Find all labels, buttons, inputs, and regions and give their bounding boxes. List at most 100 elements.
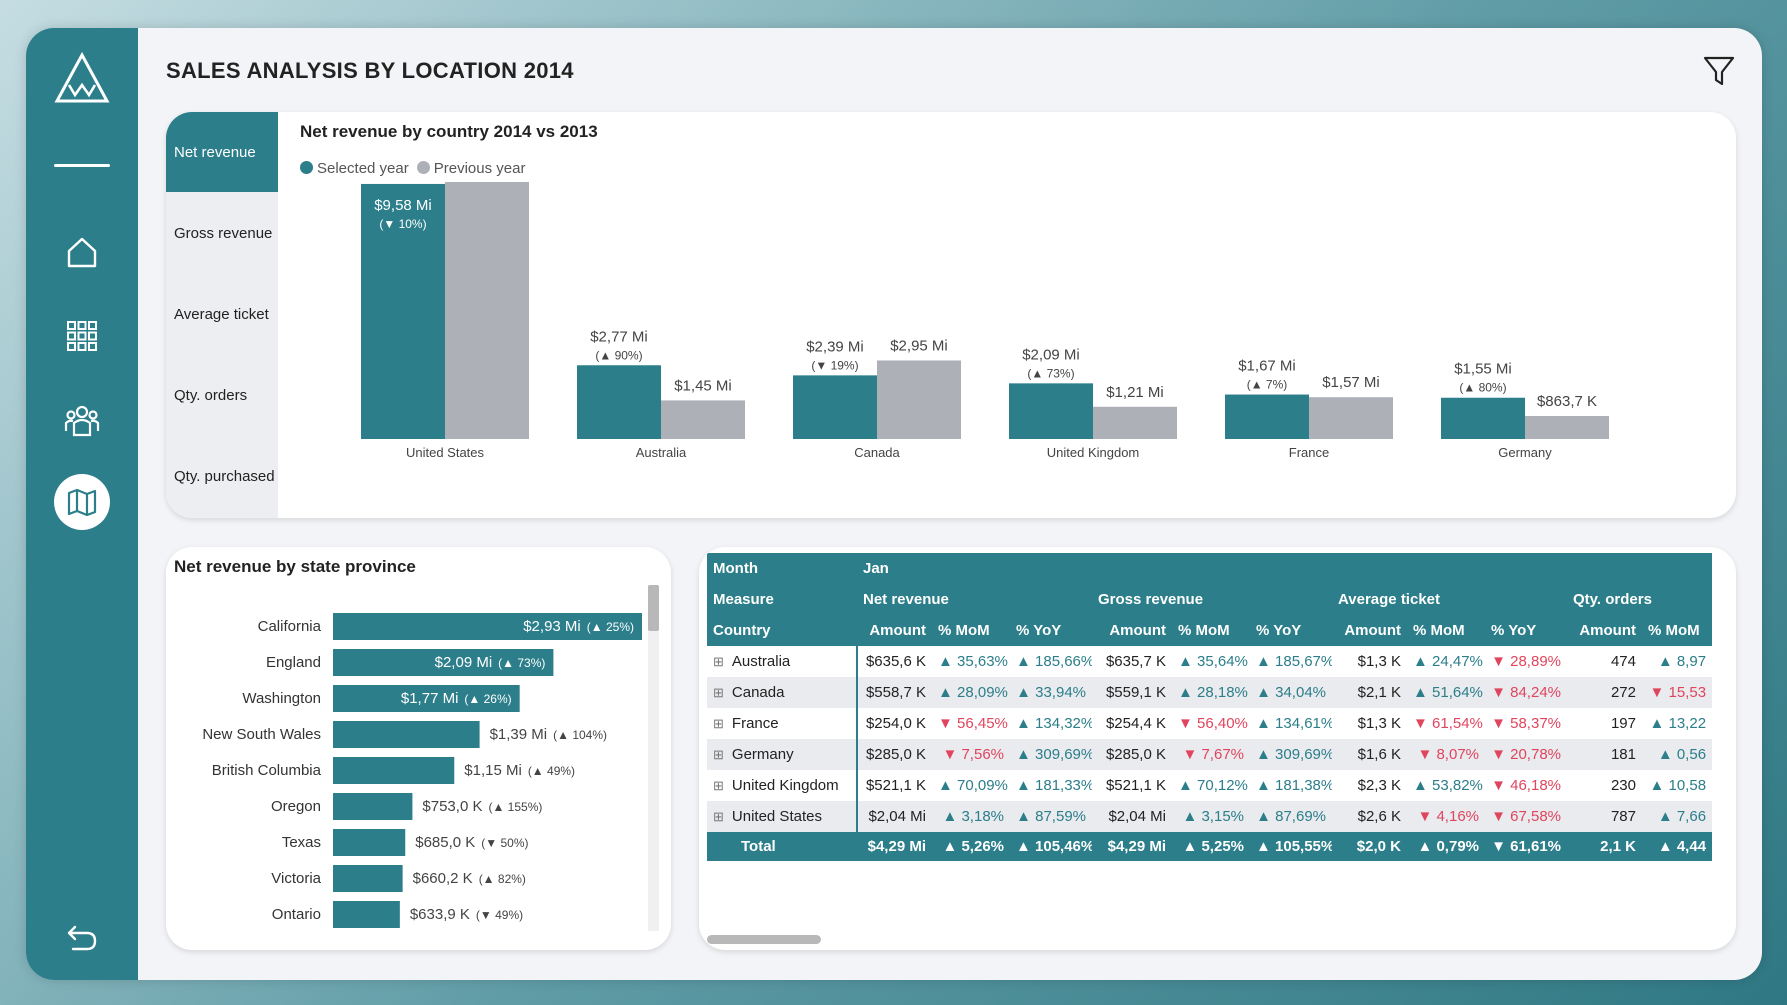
measure-1[interactable]: Gross revenue bbox=[1092, 584, 1332, 615]
pct-cell: ▲ 51,64% bbox=[1407, 677, 1485, 708]
state-bar-5[interactable] bbox=[333, 793, 413, 820]
subhead-2-0[interactable]: Amount bbox=[1332, 615, 1407, 646]
expand-icon[interactable]: ⊞ bbox=[713, 685, 724, 700]
state-value-8: $633,9 K (▼ 49%) bbox=[410, 906, 523, 923]
tab-gross-revenue[interactable]: Gross revenue bbox=[166, 193, 278, 273]
pct-cell: ▲ 13,22 bbox=[1642, 708, 1713, 739]
state-bar-7[interactable] bbox=[333, 865, 403, 892]
bar-selected-4[interactable] bbox=[1225, 394, 1309, 439]
legend-previous[interactable]: Previous year bbox=[416, 160, 525, 177]
subhead-2-1[interactable]: % MoM bbox=[1407, 615, 1485, 646]
tab-net-revenue[interactable]: Net revenue bbox=[166, 112, 278, 192]
table-row[interactable]: ⊞ United States $2,04 Mi ▲ 3,18% ▲ 87,59% $2,… bbox=[707, 801, 1713, 832]
bar-selected-2[interactable] bbox=[793, 375, 877, 439]
measure-tabs: Net revenue Gross revenue Average ticket Qt… bbox=[166, 112, 278, 518]
pct-cell: ▼ 8,07% bbox=[1407, 739, 1485, 770]
measure-2[interactable]: Average ticket bbox=[1332, 584, 1567, 615]
bar-previous-4[interactable] bbox=[1309, 397, 1393, 439]
pct-cell: ▲ 7,66 bbox=[1642, 801, 1713, 832]
state-bar-6[interactable] bbox=[333, 829, 406, 856]
amount-cell: $2,3 K bbox=[1332, 770, 1407, 801]
table-row[interactable]: ⊞ Germany $285,0 K ▼ 7,56% ▲ 309,69% $285,0 K… bbox=[707, 739, 1713, 770]
state-value-1: $2,09 Mi (▲ 73%) bbox=[435, 654, 546, 671]
tab-qty-purchased[interactable]: Qty. purchased bbox=[166, 436, 278, 516]
tab-average-ticket[interactable]: Average ticket bbox=[166, 274, 278, 354]
state-bar-8[interactable] bbox=[333, 901, 400, 928]
country-cell[interactable]: ⊞ Germany bbox=[707, 739, 858, 770]
label-selected-3: $2,09 Mi bbox=[1022, 346, 1080, 363]
amount-cell: $521,1 K bbox=[857, 770, 932, 801]
subhead-1-0[interactable]: Amount bbox=[1092, 615, 1172, 646]
country-cell[interactable]: ⊞ Australia bbox=[707, 646, 858, 677]
table-row[interactable]: ⊞ Australia $635,6 K ▲ 35,63% ▲ 185,66% $635,… bbox=[707, 646, 1713, 677]
subhead-2-2[interactable]: % YoY bbox=[1485, 615, 1567, 646]
pct-cell: ▲ 134,61% bbox=[1250, 708, 1332, 739]
bar-selected-3[interactable] bbox=[1009, 383, 1093, 439]
subhead-1-1[interactable]: % MoM bbox=[1172, 615, 1250, 646]
expand-icon[interactable]: ⊞ bbox=[713, 809, 724, 824]
subhead-1-2[interactable]: % YoY bbox=[1250, 615, 1332, 646]
pct-cell: ▲ 8,97 bbox=[1642, 646, 1713, 677]
pct-cell: ▼ 20,78% bbox=[1485, 739, 1567, 770]
map-icon[interactable] bbox=[54, 474, 110, 530]
pct-cell: ▲ 3,18% bbox=[932, 801, 1010, 832]
x-tick-label-4: France bbox=[1289, 445, 1329, 460]
bar-previous-0[interactable] bbox=[445, 182, 529, 439]
subhead-3-0[interactable]: Amount bbox=[1567, 615, 1642, 646]
country-cell[interactable]: ⊞ United Kingdom bbox=[707, 770, 858, 801]
country-cell[interactable]: ⊞ France bbox=[707, 708, 858, 739]
pct-cell: ▲ 181,38% bbox=[1250, 770, 1332, 801]
state-bar-4[interactable] bbox=[333, 757, 455, 784]
label-previous-3: $1,21 Mi bbox=[1106, 384, 1164, 401]
table-row[interactable]: ⊞ United Kingdom $521,1 K ▲ 70,09% ▲ 181,33%… bbox=[707, 770, 1713, 801]
state-bar-3[interactable] bbox=[333, 721, 480, 748]
label-previous-4: $1,57 Mi bbox=[1322, 374, 1380, 391]
filter-icon[interactable] bbox=[1702, 54, 1738, 90]
measure-3[interactable]: Qty. orders bbox=[1567, 584, 1713, 615]
bar-selected-1[interactable] bbox=[577, 365, 661, 439]
state-bar-chart: California $2,93 Mi (▲ 25%) England $2,09 Mi… bbox=[202, 613, 642, 928]
state-value-6: $685,0 K (▼ 50%) bbox=[415, 834, 528, 851]
pct-cell: ▲ 70,12% bbox=[1172, 770, 1250, 801]
change-selected-3: (▲ 73%) bbox=[1027, 366, 1074, 380]
pct-cell: ▲ 34,04% bbox=[1250, 677, 1332, 708]
total-cell: ▲ 4,44 bbox=[1642, 832, 1713, 861]
label-selected-1: $2,77 Mi bbox=[590, 328, 648, 345]
amount-cell: $2,04 Mi bbox=[1092, 801, 1172, 832]
bar-selected-5[interactable] bbox=[1441, 397, 1525, 439]
vertical-scrollbar[interactable] bbox=[648, 585, 659, 631]
expand-icon[interactable]: ⊞ bbox=[713, 778, 724, 793]
total-cell: ▲ 5,25% bbox=[1172, 832, 1250, 861]
change-selected-4: (▲ 7%) bbox=[1247, 378, 1288, 392]
expand-icon[interactable]: ⊞ bbox=[713, 747, 724, 762]
amount-cell: $559,1 K bbox=[1092, 677, 1172, 708]
bar-previous-3[interactable] bbox=[1093, 406, 1177, 439]
subhead-0-0[interactable]: Amount bbox=[857, 615, 932, 646]
grid-icon[interactable] bbox=[52, 306, 112, 366]
amount-cell: $1,3 K bbox=[1332, 646, 1407, 677]
x-tick-label-1: Australia bbox=[636, 445, 687, 460]
bar-previous-5[interactable] bbox=[1525, 416, 1609, 439]
legend-selected[interactable]: Selected year bbox=[300, 160, 409, 177]
measure-0[interactable]: Net revenue bbox=[857, 584, 1092, 615]
table-row[interactable]: ⊞ France $254,0 K ▼ 56,45% ▲ 134,32% $254,4 K… bbox=[707, 708, 1713, 739]
logo-icon[interactable] bbox=[52, 50, 112, 110]
horizontal-scrollbar[interactable] bbox=[707, 935, 821, 944]
home-icon[interactable] bbox=[52, 222, 112, 282]
country-cell[interactable]: ⊞ Canada bbox=[707, 677, 858, 708]
back-icon[interactable] bbox=[52, 908, 112, 968]
amount-cell: 197 bbox=[1567, 708, 1642, 739]
subhead-3-1[interactable]: % MoM bbox=[1642, 615, 1713, 646]
table-row[interactable]: ⊞ Canada $558,7 K ▲ 28,09% ▲ 33,94% $559,1 K ▲… bbox=[707, 677, 1713, 708]
bar-previous-2[interactable] bbox=[877, 360, 961, 439]
tab-qty-orders[interactable]: Qty. orders bbox=[166, 355, 278, 435]
bar-previous-1[interactable] bbox=[661, 400, 745, 439]
expand-icon[interactable]: ⊞ bbox=[713, 654, 724, 669]
team-icon[interactable] bbox=[52, 390, 112, 450]
country-cell[interactable]: ⊞ United States bbox=[707, 801, 858, 832]
pct-cell: ▼ 61,54% bbox=[1407, 708, 1485, 739]
expand-icon[interactable]: ⊞ bbox=[713, 716, 724, 731]
total-cell: $2,0 K bbox=[1332, 832, 1407, 861]
subhead-0-2[interactable]: % YoY bbox=[1010, 615, 1092, 646]
subhead-0-1[interactable]: % MoM bbox=[932, 615, 1010, 646]
